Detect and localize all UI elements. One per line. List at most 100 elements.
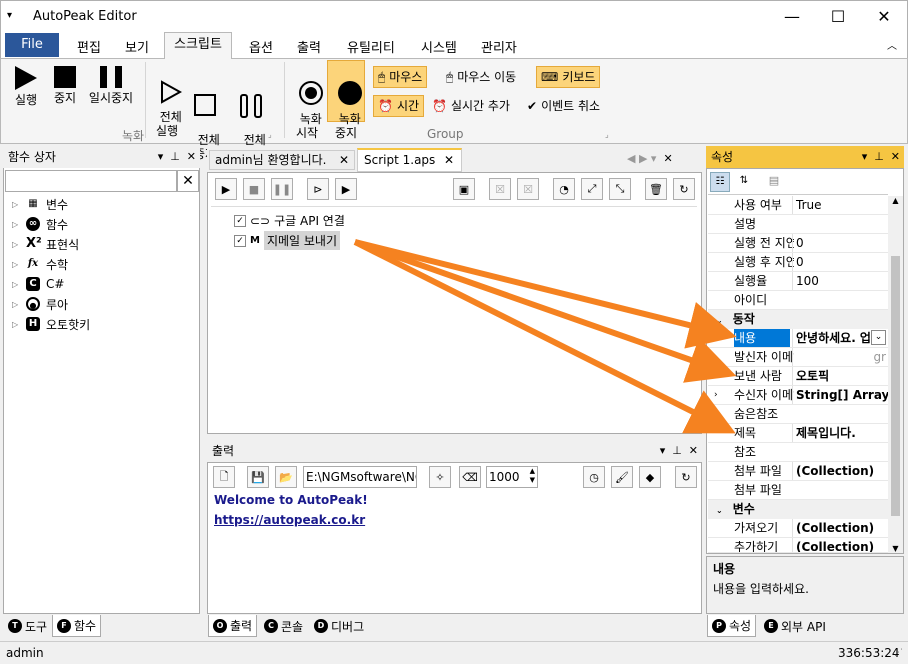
editor-stop-button[interactable]: ■ (243, 178, 265, 200)
tree-item-function[interactable]: ▷ ∞ 함수 (12, 215, 68, 233)
clean-button[interactable]: ✧ (429, 466, 451, 488)
panel-header-icons[interactable]: ▾ ⊥ ✕ (862, 146, 900, 168)
prop-row[interactable]: 실행율 100 (708, 272, 888, 291)
dropdown-chevron-icon[interactable]: ⌄ (871, 330, 886, 345)
save-button[interactable]: 💾 (247, 466, 269, 488)
image-button[interactable]: ▣ (453, 178, 475, 200)
editor-play-box-button[interactable]: ▶ (335, 178, 357, 200)
editor-run-button[interactable]: ▶ (215, 178, 237, 200)
eraser-button[interactable]: ⌫ (459, 466, 481, 488)
delete-all-button[interactable]: ☒ (517, 178, 539, 200)
record-start-button[interactable]: 녹화 시작 (290, 66, 324, 140)
menu-view[interactable]: 보기 (125, 37, 149, 56)
output-path-input[interactable]: E:\NGMsoftware\NG (303, 466, 417, 488)
tree-item-expression[interactable]: ▷ X² 표현식 (12, 235, 79, 253)
editor-pause-button[interactable]: ❚❚ (271, 178, 293, 200)
tree-item-math[interactable]: ▷ fx 수학 (12, 255, 68, 273)
scroll-down-icon[interactable]: ▼ (888, 544, 903, 553)
tab-welcome[interactable]: admin님 환영합니다. ✕ (209, 150, 355, 170)
output-refresh-button[interactable]: ↻ (675, 466, 697, 488)
collapse-ribbon-icon[interactable]: ︿ (887, 37, 897, 52)
prop-row[interactable]: 첨부 파일 (708, 481, 888, 500)
prop-row[interactable]: 추가하기 (Collection) (708, 538, 888, 553)
categorized-icon[interactable]: ☷ (710, 172, 730, 192)
menu-admin[interactable]: 관리자 (481, 37, 517, 56)
menu-utility[interactable]: 유틸리티 (347, 37, 395, 56)
tab-tools[interactable]: T 도구 (4, 615, 52, 637)
prop-row[interactable]: ›수신자 이메일String[] Array (708, 386, 888, 405)
file-menu-button[interactable]: File (5, 33, 59, 57)
prop-row[interactable]: 사용 여부 True (708, 196, 888, 215)
node-gmail-send[interactable]: ✓ M 지메일 보내기 (234, 231, 341, 250)
stop-button[interactable]: 중지 (50, 66, 80, 105)
scroll-up-icon[interactable]: ▲ (888, 196, 903, 205)
tab-properties[interactable]: P 속성 (707, 615, 757, 637)
expand-button[interactable]: ⤢ (581, 178, 603, 200)
close-tab-icon[interactable]: ✕ (444, 150, 454, 170)
editor-step-button[interactable]: ⊳ (307, 178, 329, 200)
prop-row[interactable]: 첨부 파일 (Collection) (708, 462, 888, 481)
mouse-move-toggle[interactable]: 🖱 마우스 이동 (442, 66, 520, 88)
prop-row[interactable]: 아이디 (708, 291, 888, 310)
chevron-right-icon[interactable]: › (714, 386, 718, 404)
close-tab-icon[interactable]: ✕ (339, 151, 349, 169)
stepper-arrows-icon[interactable]: ▲ ▼ (530, 467, 535, 485)
prop-category-action[interactable]: ⌄ 동작 (708, 310, 888, 329)
tree-item-variable[interactable]: ▷ ▦ 변수 (12, 195, 68, 213)
fill-button[interactable]: ◆ (639, 466, 661, 488)
prop-row[interactable]: 실행 후 지연 0 (708, 253, 888, 272)
tree-item-autohotkey[interactable]: ▷ H 오토핫키 (12, 315, 90, 333)
system-menu-icon[interactable]: ▾ (7, 10, 12, 21)
record-stop-button[interactable]: 녹화 중지 (327, 60, 365, 140)
menu-system[interactable]: 시스템 (421, 37, 457, 56)
mouse-toggle[interactable]: 🖱 마우스 (373, 66, 428, 88)
trash-button[interactable]: 🗑 (645, 178, 667, 200)
resize-grip-icon[interactable]: ⋰ (894, 642, 903, 664)
panel-header-icons[interactable]: ▾ ⊥ ✕ (660, 440, 698, 462)
brush-button[interactable]: 🖌 (611, 466, 633, 488)
sort-alpha-icon[interactable]: ⇅ (734, 172, 754, 192)
panel-header-icons[interactable]: ▾ ⊥ ✕ (158, 146, 196, 168)
keyboard-toggle[interactable]: ⌨ 키보드 (536, 66, 601, 88)
font-size-stepper[interactable]: 1000 ▲ ▼ (486, 466, 538, 488)
pause-all-button[interactable]: 전체 일시중지 (226, 66, 276, 161)
prop-row[interactable]: 숨은참조 (708, 405, 888, 424)
prop-row-content[interactable]: 내용 안녕하세요. 업 ⌄ (708, 329, 888, 348)
menu-script[interactable]: 스크립트 (164, 32, 232, 59)
group-launcher-icon[interactable]: ⌟ (605, 130, 609, 139)
collapse-button[interactable]: ⤡ (609, 178, 631, 200)
tab-scroll-icons[interactable]: ◀ ▶ ▾ ✕ (627, 152, 673, 165)
prop-row[interactable]: 참조 (708, 443, 888, 462)
tab-output[interactable]: O 출력 (208, 615, 258, 637)
prop-row[interactable]: 보낸 사람 오토픽 (708, 367, 888, 386)
function-search-input[interactable] (5, 170, 177, 192)
property-pages-icon[interactable]: ▤ (764, 172, 784, 192)
checkbox-checked-icon[interactable]: ✓ (234, 214, 246, 227)
tab-script1[interactable]: Script 1.aps ✕ (357, 148, 462, 172)
prop-row[interactable]: 가져오기 (Collection) (708, 519, 888, 538)
menu-options[interactable]: 옵션 (249, 37, 273, 56)
group-launcher-icon[interactable]: ⌟ (268, 130, 272, 139)
prop-row[interactable]: 실행 전 지연 0 (708, 234, 888, 253)
run-button[interactable]: 실행 (10, 66, 42, 107)
prop-row[interactable]: 제목 제목입니다. (708, 424, 888, 443)
minimize-button[interactable]: — (769, 1, 815, 33)
tree-item-lua[interactable]: ▷ ● 루아 (12, 295, 68, 313)
tab-functions[interactable]: F 함수 (52, 615, 102, 637)
tree-item-csharp[interactable]: ▷ C C# (12, 275, 64, 293)
prop-row[interactable]: 발신자 이메일gr (708, 348, 888, 367)
property-scrollbar[interactable]: ▲ ▼ (888, 196, 903, 553)
open-folder-button[interactable]: 📂 (275, 466, 297, 488)
scrollbar-thumb[interactable] (891, 256, 900, 516)
clock-button[interactable]: ◷ (583, 466, 605, 488)
delete-button[interactable]: ☒ (489, 178, 511, 200)
prop-category-variable[interactable]: ⌄ 변수 (708, 500, 888, 519)
tab-debug[interactable]: D 디버그 (310, 615, 369, 637)
homepage-link[interactable]: https://autopeak.co.kr (214, 513, 365, 527)
realtime-add-toggle[interactable]: ⏰ 실시간 추가 (428, 95, 514, 117)
refresh-button[interactable]: ↻ (673, 178, 695, 200)
tab-console[interactable]: C 콘솔 (260, 615, 308, 637)
clear-search-button[interactable]: ✕ (177, 170, 199, 192)
tab-external-api[interactable]: E 외부 API (760, 615, 830, 637)
close-button[interactable]: ✕ (861, 1, 907, 33)
